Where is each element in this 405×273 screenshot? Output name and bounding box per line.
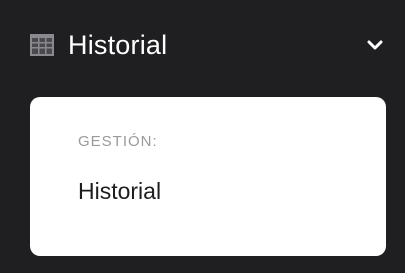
chevron-down-icon[interactable] (365, 37, 385, 53)
submenu-card: GESTIÓN: Historial (30, 97, 386, 256)
sidebar-item-label: Historial (68, 29, 168, 60)
table-icon (30, 34, 54, 56)
sidebar-item-historial[interactable]: Historial (0, 0, 405, 90)
section-header: GESTIÓN: (78, 133, 158, 150)
submenu-item-historial[interactable]: Historial (78, 178, 386, 205)
